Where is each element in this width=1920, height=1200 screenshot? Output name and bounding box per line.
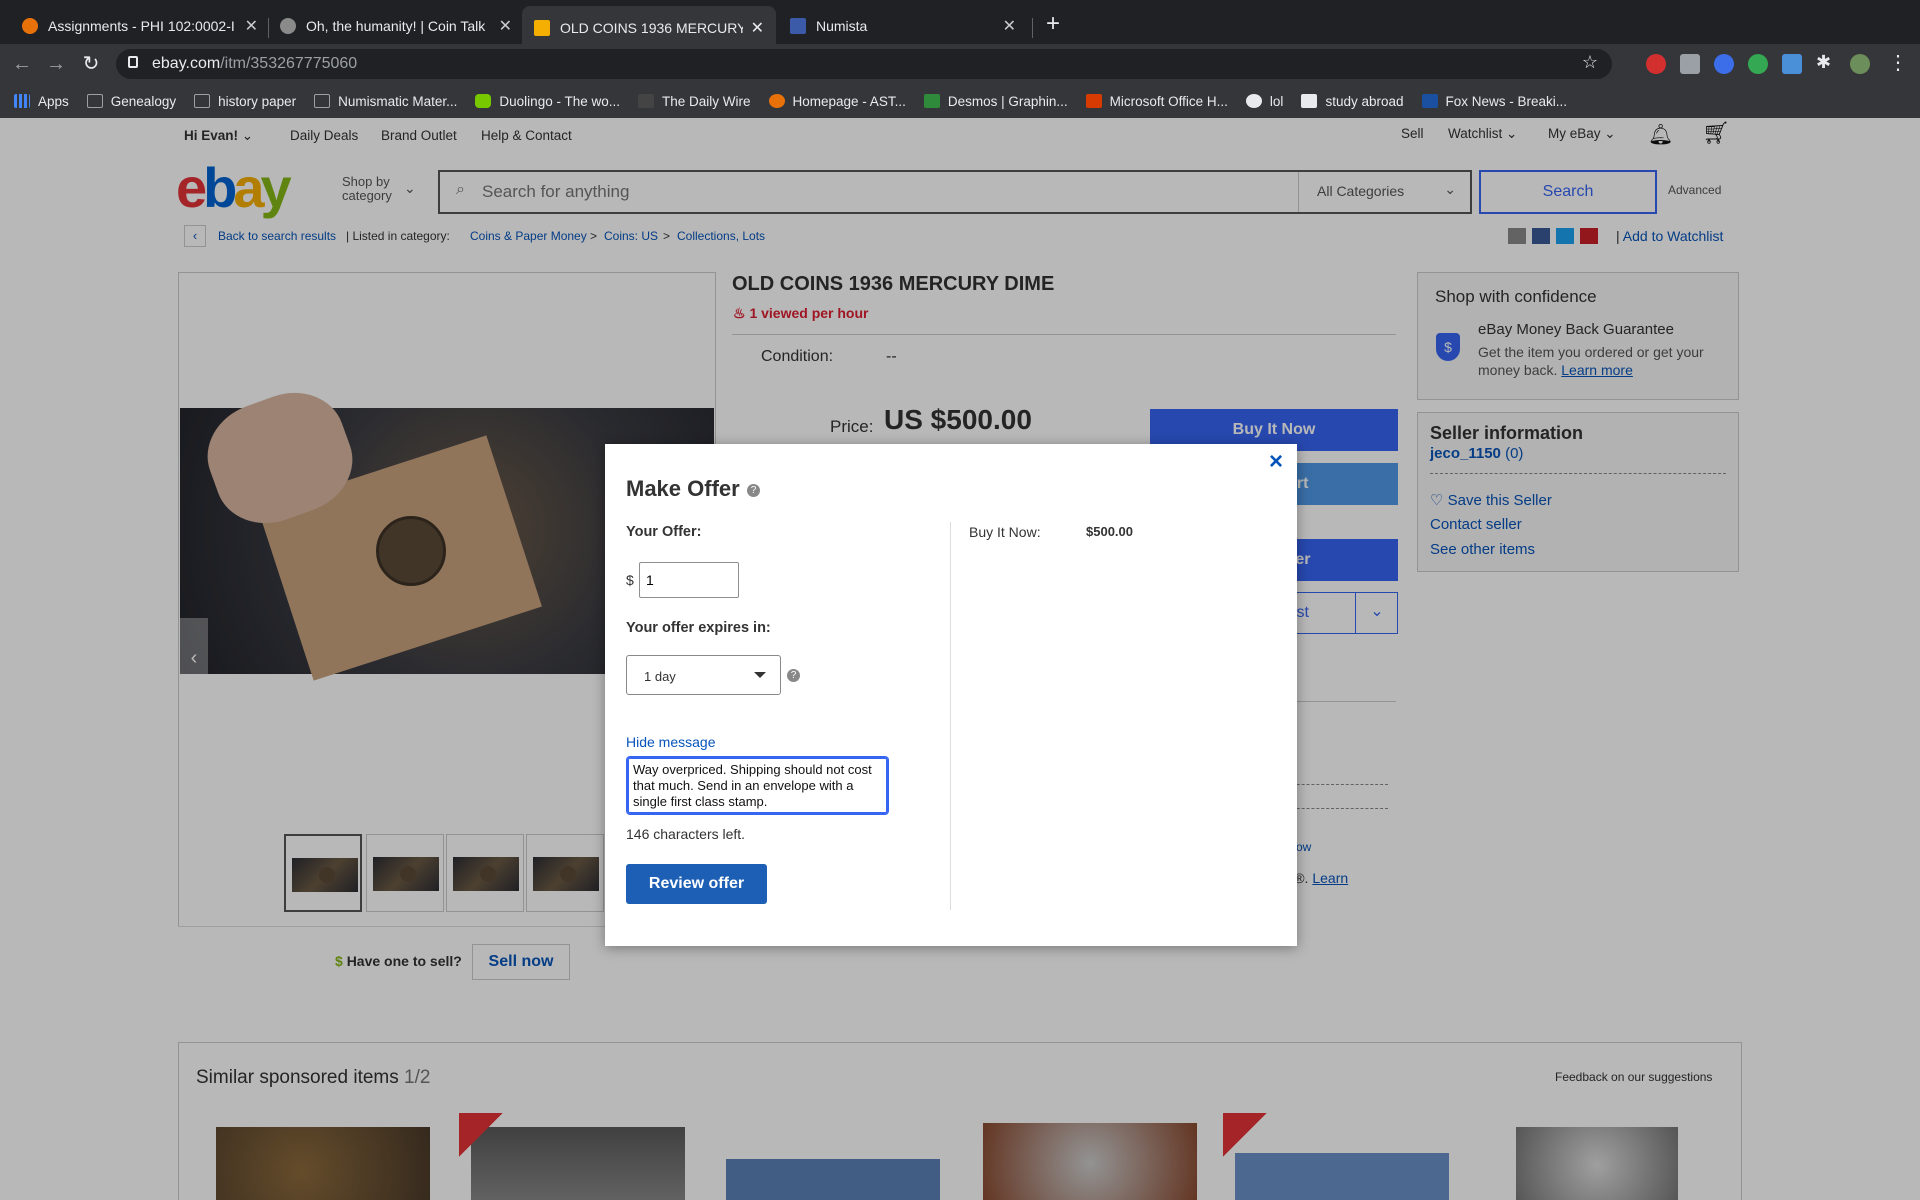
expires-label: Your offer expires in: bbox=[626, 620, 771, 636]
bookmark-genealogy[interactable]: Genealogy bbox=[86, 93, 177, 109]
tab-favicon-icon bbox=[22, 18, 38, 34]
daily-wire-icon bbox=[638, 94, 654, 108]
url-field[interactable]: ebay.com/itm/353267775060 ☆ bbox=[116, 49, 1612, 79]
url-path: /itm/353267775060 bbox=[220, 55, 358, 72]
duolingo-icon bbox=[475, 94, 492, 108]
folder-icon bbox=[314, 94, 331, 108]
ast-icon bbox=[768, 94, 785, 108]
bookmark-study-abroad[interactable]: study abroad bbox=[1301, 93, 1404, 109]
back-arrow-icon[interactable]: ← bbox=[10, 52, 34, 76]
bookmarks-bar: Apps Genealogy history paper Numismatic … bbox=[0, 84, 1920, 118]
bookmark-desmos[interactable]: Desmos | Graphin... bbox=[923, 93, 1068, 109]
bookmark-label: Fox News - Breaki... bbox=[1445, 93, 1568, 109]
tab-favicon-icon bbox=[790, 18, 806, 34]
adblock-extension-icon[interactable] bbox=[1646, 54, 1666, 74]
bookmark-label: study abroad bbox=[1325, 93, 1404, 109]
tab-title: Assignments - PHI 102:0002-I bbox=[48, 18, 235, 34]
bookmark-numismatic[interactable]: Numismatic Mater... bbox=[314, 94, 457, 109]
bookmark-fox-news[interactable]: Fox News - Breaki... bbox=[1421, 93, 1568, 109]
seller-message-textarea[interactable] bbox=[627, 757, 888, 814]
profile-avatar[interactable] bbox=[1850, 54, 1870, 74]
extension-icon[interactable] bbox=[1748, 54, 1768, 74]
browser-menu-icon[interactable]: ⋮ bbox=[1888, 50, 1908, 75]
folder-icon bbox=[86, 94, 103, 108]
bookmark-label: Homepage - AST... bbox=[792, 93, 906, 109]
url-host: ebay.com bbox=[152, 55, 221, 72]
make-offer-dialog: × Make Offer ? Your Offer: $ Your offer … bbox=[605, 444, 1297, 946]
bookmark-label: Apps bbox=[38, 93, 69, 109]
reload-icon[interactable]: ↻ bbox=[79, 52, 103, 76]
dialog-title: Make Offer bbox=[626, 476, 740, 501]
your-offer-label: Your Offer: bbox=[626, 524, 702, 540]
bookmark-label: Numismatic Mater... bbox=[338, 93, 458, 109]
bookmark-history-paper[interactable]: history paper bbox=[194, 94, 296, 109]
bookmark-daily-wire[interactable]: The Daily Wire bbox=[638, 94, 751, 109]
bookmark-label: Genealogy bbox=[110, 93, 177, 109]
tab-numista[interactable]: Numista ✕ bbox=[778, 8, 1028, 44]
bookmark-star-icon[interactable]: ☆ bbox=[1582, 52, 1598, 73]
currency-symbol: $ bbox=[626, 572, 634, 588]
review-offer-button[interactable]: Review offer bbox=[626, 864, 767, 904]
new-tab-icon[interactable]: + bbox=[1046, 10, 1060, 38]
forward-arrow-icon[interactable]: → bbox=[44, 52, 68, 76]
bin-value: $500.00 bbox=[1086, 524, 1133, 539]
bookmark-duolingo[interactable]: Duolingo - The wo... bbox=[475, 94, 620, 109]
puzzle-extensions-icon[interactable]: ✱ bbox=[1816, 52, 1831, 73]
dropdown-caret-icon bbox=[754, 672, 766, 678]
offer-amount-input[interactable] bbox=[639, 562, 739, 598]
help-icon[interactable]: ? bbox=[787, 669, 800, 682]
bookmark-label: The Daily Wire bbox=[662, 93, 751, 109]
bookmark-label: Desmos | Graphin... bbox=[947, 93, 1068, 109]
globe-icon bbox=[1245, 94, 1262, 108]
download-extension-icon[interactable] bbox=[1782, 54, 1802, 74]
lock-icon bbox=[128, 56, 138, 68]
close-icon[interactable]: × bbox=[1269, 448, 1283, 476]
hide-message-link[interactable]: Hide message bbox=[626, 734, 716, 750]
bookmark-label: Duolingo - The wo... bbox=[499, 93, 620, 109]
apps-grid-icon bbox=[14, 94, 30, 108]
study-abroad-icon bbox=[1301, 94, 1318, 108]
help-icon[interactable]: ? bbox=[747, 484, 760, 497]
close-tab-icon[interactable]: ✕ bbox=[1003, 16, 1016, 36]
address-bar-row: ← → ↻ ebay.com/itm/353267775060 ☆ ✱ ⋮ bbox=[0, 44, 1920, 84]
divider bbox=[950, 522, 951, 910]
bookmark-label: history paper bbox=[218, 93, 297, 109]
tab-title: Oh, the humanity! | Coin Talk bbox=[306, 18, 486, 34]
bookmark-ast[interactable]: Homepage - AST... bbox=[768, 93, 906, 109]
tab-coin-talk[interactable]: Oh, the humanity! | Coin Talk ✕ bbox=[268, 8, 524, 44]
expires-select[interactable]: 1 day bbox=[626, 655, 781, 695]
desmos-icon bbox=[923, 94, 940, 108]
bookmark-apps[interactable]: Apps bbox=[14, 94, 69, 109]
bookmark-label: Microsoft Office H... bbox=[1109, 93, 1228, 109]
folder-icon bbox=[194, 94, 211, 108]
tab-title: OLD COINS 1936 MERCURY D bbox=[560, 20, 743, 36]
close-tab-icon[interactable]: ✕ bbox=[751, 18, 764, 38]
bin-label: Buy It Now: bbox=[969, 524, 1041, 540]
tab-assignments[interactable]: Assignments - PHI 102:0002-I ✕ bbox=[10, 8, 270, 44]
office-icon bbox=[1085, 94, 1102, 108]
close-tab-icon[interactable]: ✕ bbox=[245, 16, 258, 36]
fox-news-icon bbox=[1421, 94, 1438, 108]
bookmark-lol[interactable]: lol bbox=[1245, 93, 1284, 109]
bookmark-office[interactable]: Microsoft Office H... bbox=[1085, 93, 1228, 109]
extension-icon[interactable] bbox=[1680, 54, 1700, 74]
tab-title: Numista bbox=[816, 18, 868, 34]
expires-value: 1 day bbox=[644, 669, 676, 684]
tab-favicon-icon bbox=[280, 18, 296, 34]
close-tab-icon[interactable]: ✕ bbox=[499, 16, 512, 36]
chars-left: 146 characters left. bbox=[626, 826, 746, 842]
extension-icon[interactable] bbox=[1714, 54, 1734, 74]
tab-favicon-icon bbox=[534, 20, 550, 36]
bookmark-label: lol bbox=[1269, 93, 1284, 109]
